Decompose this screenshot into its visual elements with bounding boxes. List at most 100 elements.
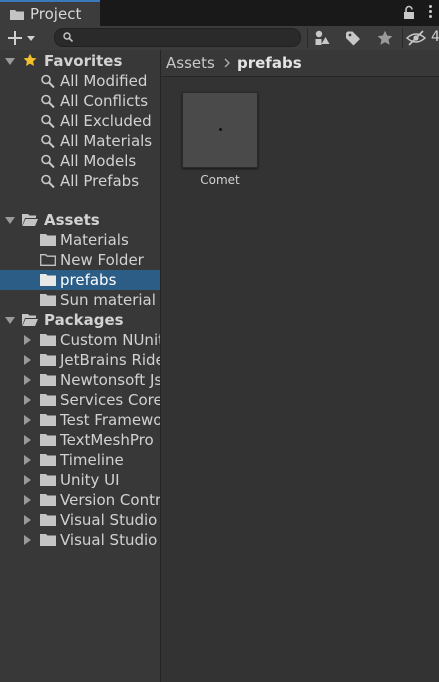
toggle-hidden-packages-button[interactable] (403, 28, 429, 48)
folder-icon (40, 494, 56, 506)
tree-label: All Modified (60, 72, 148, 90)
tree-item-package[interactable]: TextMeshPro (0, 430, 160, 450)
tab-bar: Project (0, 0, 439, 26)
search-input[interactable] (77, 29, 292, 46)
expand-arrow-icon[interactable] (24, 475, 31, 485)
search-icon (41, 114, 55, 128)
folder-icon (10, 9, 24, 20)
folder-icon (40, 434, 56, 446)
asset-item-comet[interactable]: Comet (182, 92, 258, 187)
tree-item-all-materials[interactable]: All Materials (0, 131, 160, 151)
tree-item-package[interactable]: JetBrains Rider Editor (0, 350, 160, 370)
tab-project[interactable]: Project (0, 0, 100, 26)
star-icon (377, 30, 393, 45)
tree-label: Unity UI (60, 471, 120, 489)
tree-item-all-conflicts[interactable]: All Conflicts (0, 91, 160, 111)
expand-arrow-icon[interactable] (24, 415, 31, 425)
search-icon (41, 74, 55, 88)
tree-label: All Excluded (60, 112, 152, 130)
expand-arrow-icon[interactable] (24, 375, 31, 385)
tree-item-package[interactable]: Test Framework (0, 410, 160, 430)
folder-icon (40, 354, 56, 366)
favorites-star-icon (23, 53, 37, 66)
expand-arrow-icon[interactable] (24, 515, 31, 525)
tree-label: Assets (44, 211, 100, 229)
expand-arrow-icon[interactable] (5, 317, 15, 324)
expand-arrow-icon[interactable] (24, 495, 31, 505)
folder-icon (40, 394, 56, 406)
tree-label: Materials (60, 231, 129, 249)
tree-item-all-models[interactable]: All Models (0, 151, 160, 171)
breadcrumb-assets[interactable]: Assets (166, 54, 215, 72)
tree-item-sun-material[interactable]: Sun material (0, 290, 160, 310)
folder-icon (40, 454, 56, 466)
tree-label: TextMeshPro (60, 431, 154, 449)
search-by-label-button[interactable] (339, 28, 367, 48)
search-icon (63, 32, 73, 42)
tree-item-package[interactable]: Version Control (0, 490, 160, 510)
expand-arrow-icon[interactable] (24, 355, 31, 365)
tree-item-package[interactable]: Visual Studio Editor (0, 530, 160, 550)
tree-label: All Conflicts (60, 92, 149, 110)
tree-item-all-modified[interactable]: All Modified (0, 71, 160, 91)
folder-icon (40, 534, 56, 546)
folder-icon (40, 334, 56, 346)
tree-item-package[interactable]: Visual Studio Code Editor (0, 510, 160, 530)
expand-arrow-icon[interactable] (24, 535, 31, 545)
tree-label: Custom NUnit (60, 331, 160, 349)
expand-arrow-icon[interactable] (5, 58, 15, 65)
more-options-icon[interactable] (427, 4, 433, 20)
expand-arrow-icon[interactable] (24, 335, 31, 345)
tree-item-all-excluded[interactable]: All Excluded (0, 111, 160, 131)
expand-arrow-icon[interactable] (24, 435, 31, 445)
tab-label: Project (30, 5, 82, 23)
expand-arrow-icon[interactable] (24, 455, 31, 465)
tree-item-materials[interactable]: Materials (0, 230, 160, 250)
tree-item-prefabs[interactable]: prefabs (0, 270, 160, 290)
hidden-packages-count: 4 (431, 29, 439, 45)
tree-item-all-prefabs[interactable]: All Prefabs (0, 171, 160, 191)
folder-icon (40, 294, 56, 306)
plus-icon (8, 31, 22, 45)
open-folder-icon (22, 214, 38, 226)
tree-label: Packages (44, 311, 124, 329)
tree-label: All Materials (60, 132, 153, 150)
tree-label: Favorites (44, 52, 123, 70)
tree-item-package[interactable]: Custom NUnit (0, 330, 160, 350)
tree-item-package[interactable]: Timeline (0, 450, 160, 470)
lock-icon[interactable] (402, 5, 416, 20)
search-icon (41, 94, 55, 108)
search-by-type-icon (315, 30, 330, 45)
breadcrumb-prefabs[interactable]: prefabs (237, 54, 302, 72)
chevron-right-icon (224, 58, 230, 68)
expand-arrow-icon[interactable] (5, 217, 15, 224)
tree-label: Version Control (60, 491, 160, 509)
tag-icon (346, 31, 360, 46)
folder-tree: Favorites All Modified All Conflicts All… (0, 50, 160, 682)
tree-item-new-folder[interactable]: New Folder (0, 250, 160, 270)
tree-item-packages[interactable]: Packages (0, 310, 160, 330)
tree-label: All Prefabs (60, 172, 140, 190)
eye-slash-icon (406, 30, 426, 46)
tree-label: JetBrains Rider Editor (60, 351, 160, 369)
tree-item-assets[interactable]: Assets (0, 210, 160, 230)
folder-icon (40, 234, 56, 246)
create-dropdown-button[interactable] (4, 28, 42, 48)
tree-label: Services Core (60, 391, 160, 409)
search-field[interactable] (54, 28, 301, 47)
tree-item-package[interactable]: Services Core (0, 390, 160, 410)
tree-label: Newtonsoft Json (60, 371, 160, 389)
folder-icon (40, 274, 56, 286)
empty-folder-icon (40, 254, 56, 266)
folder-icon (40, 474, 56, 486)
tree-item-favorites[interactable]: Favorites (0, 51, 160, 71)
folder-icon (40, 414, 56, 426)
tree-item-package[interactable]: Newtonsoft Json (0, 370, 160, 390)
expand-arrow-icon[interactable] (24, 395, 31, 405)
prefab-thumbnail[interactable] (182, 92, 258, 168)
tree-label: Timeline (60, 451, 124, 469)
save-search-favorite-button[interactable] (371, 28, 399, 48)
tree-item-package[interactable]: Unity UI (0, 470, 160, 490)
search-by-type-button[interactable] (308, 28, 336, 48)
asset-browser: Assets prefabs Comet (161, 50, 439, 682)
